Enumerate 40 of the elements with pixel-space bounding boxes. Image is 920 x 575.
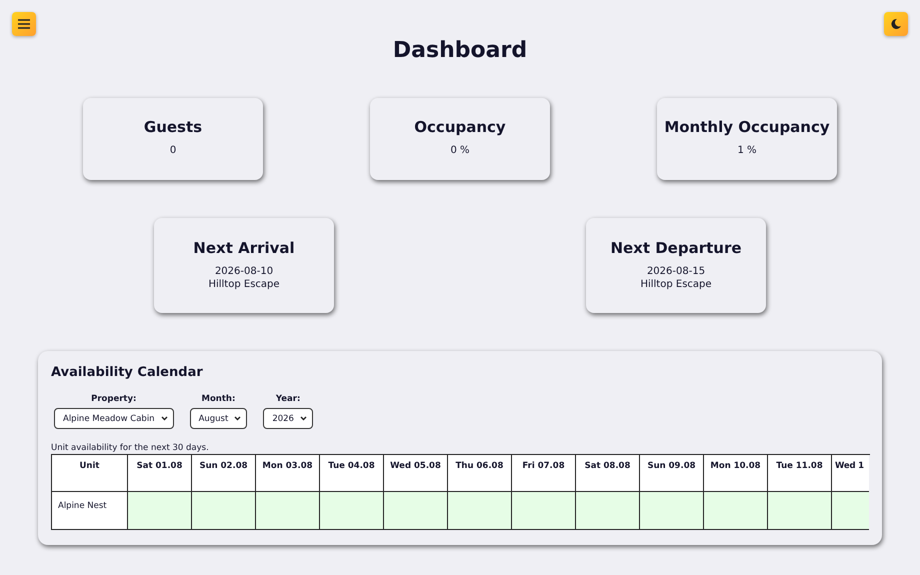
column-header: Mon 03.08 [256, 455, 320, 492]
card-title: Monthly Occupancy [664, 117, 830, 138]
chevron-icon [300, 416, 307, 421]
column-header: Sun 02.08 [192, 455, 256, 492]
column-header: Sat 01.08 [128, 455, 192, 492]
column-header: Thu 06.08 [448, 455, 512, 492]
filter-label: Month: [202, 393, 236, 405]
dropdown[interactable]: Alpine Meadow Cabin [54, 408, 174, 429]
column-header: Tue 04.08 [320, 455, 384, 492]
calendar-title: Availability Calendar [51, 364, 204, 382]
chevron-icon [160, 416, 168, 421]
dropdown[interactable]: 2026 [263, 408, 313, 429]
card-value: Hilltop Escape [208, 278, 280, 291]
unit-cell: Alpine Nest [52, 492, 128, 530]
column-header: Wed 1 [832, 455, 869, 492]
card-value: 2026-08-15 [646, 265, 706, 278]
filter-label: Year: [276, 393, 300, 405]
card-title: Occupancy [414, 117, 506, 138]
chevron-icon [234, 416, 242, 421]
table-caption: Unit availability for the next 30 days. [51, 443, 210, 454]
card-value: 2026-08-10 [214, 265, 274, 278]
column-header: Wed 05.08 [384, 455, 448, 492]
column-header: Sat 08.08 [576, 455, 640, 492]
card-title: Guests [144, 117, 202, 138]
moon-icon[interactable] [884, 12, 908, 36]
card-value: 0 % [450, 144, 470, 157]
dropdown[interactable]: August [190, 408, 248, 429]
page-title: Dashboard [392, 37, 528, 65]
card-value: Hilltop Escape [640, 278, 712, 291]
column-header: Mon 10.08 [704, 455, 768, 492]
card-value: 0 [170, 144, 176, 157]
filter-label: Property: [91, 393, 136, 405]
column-header: Tue 11.08 [768, 455, 832, 492]
menu-icon[interactable] [12, 12, 36, 36]
column-header: Sun 09.08 [640, 455, 704, 492]
card-value: 1 % [737, 144, 757, 157]
column-header: Unit [52, 455, 128, 492]
column-header: Fri 07.08 [512, 455, 576, 492]
card-title: Next Departure [610, 238, 742, 259]
card-title: Next Arrival [193, 238, 295, 259]
